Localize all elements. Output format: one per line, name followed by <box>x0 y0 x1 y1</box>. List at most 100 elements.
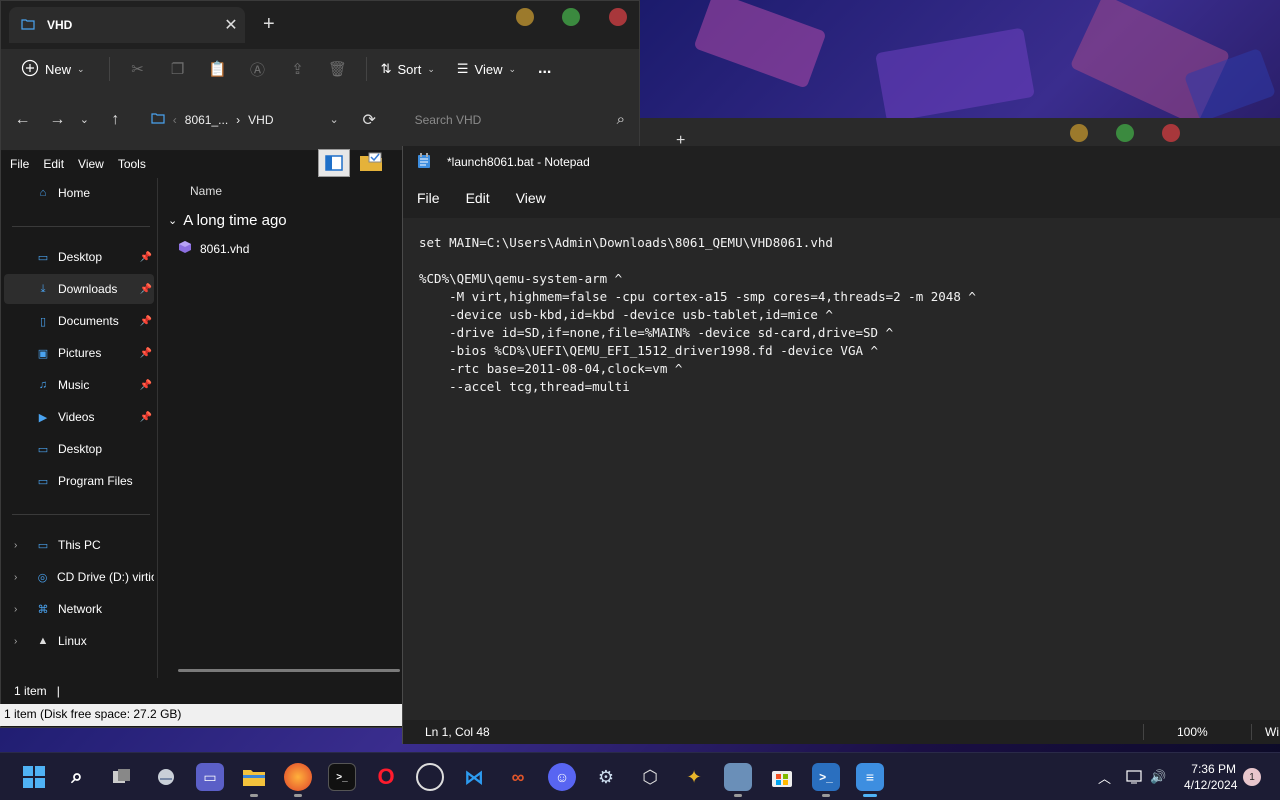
address-bar[interactable]: ‹ 8061_... › VHD <box>145 104 323 136</box>
window-title: *launch8061.bat - Notepad <box>447 155 590 169</box>
nav-item-this-pc[interactable]: › ▭ This PC <box>4 530 154 560</box>
menu-file[interactable]: File <box>417 190 440 206</box>
expand-chevron-icon[interactable]: › <box>14 636 17 647</box>
menu-edit[interactable]: Edit <box>466 190 490 206</box>
notepad-status-bar: Ln 1, Col 48 100% Wi <box>403 720 1280 744</box>
nav-item-pictures[interactable]: ▣ Pictures 📌 <box>4 338 154 368</box>
text-editor-area[interactable]: set MAIN=C:\Users\Admin\Downloads\8061_Q… <box>419 234 1269 704</box>
opera-icon[interactable]: O <box>372 763 400 791</box>
paint-icon[interactable] <box>724 763 752 797</box>
nav-item-documents[interactable]: ▯ Documents 📌 <box>4 306 154 336</box>
vscode-icon[interactable]: ⋈ <box>460 763 488 791</box>
nav-label: CD Drive (D:) virtio- <box>56 570 154 584</box>
nav-item-network[interactable]: › ⌘ Network <box>4 594 154 624</box>
menu-file[interactable]: File <box>10 157 29 171</box>
search-icon[interactable]: ⌕ <box>63 763 91 791</box>
explorer-status-bar: 1 item (Disk free space: 27.2 GB) <box>0 704 402 726</box>
clock-date: 4/12/2024 <box>1184 778 1238 792</box>
folder-check-icon[interactable] <box>358 150 384 174</box>
obs-icon[interactable] <box>416 763 444 791</box>
minimize-button[interactable] <box>1070 124 1088 142</box>
menu-edit[interactable]: Edit <box>43 157 64 171</box>
menu-view[interactable]: View <box>516 190 546 206</box>
breadcrumb-parent[interactable]: 8061_... <box>185 113 228 127</box>
cursor-position: Ln 1, Col 48 <box>425 725 490 739</box>
start-icon[interactable] <box>20 763 48 791</box>
close-tab-icon[interactable]: ✕ <box>217 15 245 35</box>
more-options-button[interactable]: ... <box>532 53 557 85</box>
group-header[interactable]: ⌄ A long time ago <box>168 212 287 229</box>
volume-icon[interactable]: 🔊 <box>1150 753 1166 800</box>
maximize-button[interactable] <box>1116 124 1134 142</box>
cut-icon[interactable]: ✂ <box>126 57 150 81</box>
menu-view[interactable]: View <box>78 157 104 171</box>
delete-icon[interactable]: 🗑 <box>326 57 350 81</box>
copy-icon[interactable]: ❐ <box>166 57 190 81</box>
pin-icon: 📌 <box>139 315 152 327</box>
explorer-tab[interactable]: VHD ✕ <box>9 7 245 43</box>
maximize-button[interactable] <box>562 8 580 26</box>
preview-pane-button[interactable] <box>318 149 350 177</box>
rstudio-icon[interactable]: ∞ <box>504 763 532 791</box>
file-explorer-icon[interactable] <box>240 763 268 797</box>
back-arrow-icon[interactable]: ← <box>7 104 38 136</box>
nav-item-videos[interactable]: ▶ Videos 📌 <box>4 402 154 432</box>
forward-arrow-icon[interactable]: → <box>42 104 73 136</box>
notification-badge[interactable]: 1 <box>1243 768 1261 786</box>
teams-icon[interactable]: ▭ <box>196 763 224 791</box>
share-icon[interactable]: ⇪ <box>286 57 310 81</box>
virtualbox-icon[interactable]: ⬡ <box>636 763 664 791</box>
explorer-item-count: 1 item | <box>14 684 60 698</box>
close-button[interactable] <box>1162 124 1180 142</box>
system-clock[interactable]: 7:36 PM 4/12/2024 <box>1184 761 1238 793</box>
view-button[interactable]: ☰ View ⌄ <box>451 53 522 85</box>
file-item[interactable]: 8061.vhd <box>178 240 249 257</box>
nav-item-program-files[interactable]: ▭ Program Files <box>4 466 154 496</box>
up-arrow-icon[interactable]: ↑ <box>100 104 131 136</box>
new-tab-button[interactable]: + <box>263 13 275 36</box>
sort-button[interactable]: ⇅ Sort ⌄ <box>375 53 441 85</box>
nav-item-linux[interactable]: › ▲ Linux <box>4 626 154 656</box>
firefox-icon[interactable] <box>284 763 312 797</box>
item-count: 1 item <box>14 684 47 698</box>
expand-chevron-icon[interactable]: › <box>14 572 17 583</box>
nav-item-desktop[interactable]: ▭ Desktop 📌 <box>4 242 154 272</box>
active-indicator <box>863 794 877 797</box>
steam-icon[interactable]: ⚙ <box>592 763 620 791</box>
rename-icon[interactable]: Ⓐ <box>246 57 270 81</box>
powershell-icon[interactable]: >_ <box>812 763 840 797</box>
new-button[interactable]: New ⌄ <box>15 53 91 85</box>
refresh-icon[interactable]: ⟳ <box>354 104 385 136</box>
nav-item-home[interactable]: ⌂ Home <box>4 178 154 208</box>
discord-icon[interactable]: ☺ <box>548 763 576 791</box>
address-dropdown-icon[interactable]: ⌄ <box>323 113 346 126</box>
minimize-button[interactable] <box>516 8 534 26</box>
running-indicator <box>294 794 302 797</box>
nav-item-music[interactable]: ♫ Music 📌 <box>4 370 154 400</box>
paste-icon[interactable]: 📋 <box>206 57 230 81</box>
plus-circle-icon <box>21 59 39 80</box>
show-hidden-icons-icon[interactable]: ︿ <box>1098 753 1111 800</box>
nav-item-desktop-folder[interactable]: ▭ Desktop <box>4 434 154 464</box>
nav-item-cd-drive[interactable]: › ◎ CD Drive (D:) virtio- <box>4 562 154 592</box>
menu-tools[interactable]: Tools <box>118 157 146 171</box>
close-button[interactable] <box>609 8 627 26</box>
search-input[interactable]: Search VHD ⌕ <box>401 104 639 136</box>
recent-chevron-icon[interactable]: ⌄ <box>73 104 96 136</box>
explorer-titlebar: VHD ✕ + <box>1 1 639 49</box>
breadcrumb-current[interactable]: VHD <box>248 113 273 127</box>
nav-item-downloads[interactable]: ⤓ Downloads 📌 <box>4 274 154 304</box>
task-view-icon[interactable] <box>108 763 136 791</box>
nav-label: Downloads <box>58 282 118 296</box>
store-icon[interactable] <box>768 763 796 791</box>
expand-chevron-icon[interactable]: › <box>14 540 17 551</box>
notepad-icon[interactable]: ≡ <box>856 763 884 797</box>
column-header-name[interactable]: Name <box>190 184 222 198</box>
horizontal-scrollbar[interactable] <box>178 669 400 672</box>
expand-chevron-icon[interactable]: › <box>14 604 17 615</box>
network-status-icon[interactable] <box>1126 753 1144 800</box>
cd-drive-icon: ◎ <box>37 571 48 584</box>
archive-icon[interactable]: ✦ <box>680 763 708 791</box>
terminal-icon[interactable]: >_ <box>328 763 356 791</box>
onedrive-icon[interactable] <box>152 763 180 791</box>
